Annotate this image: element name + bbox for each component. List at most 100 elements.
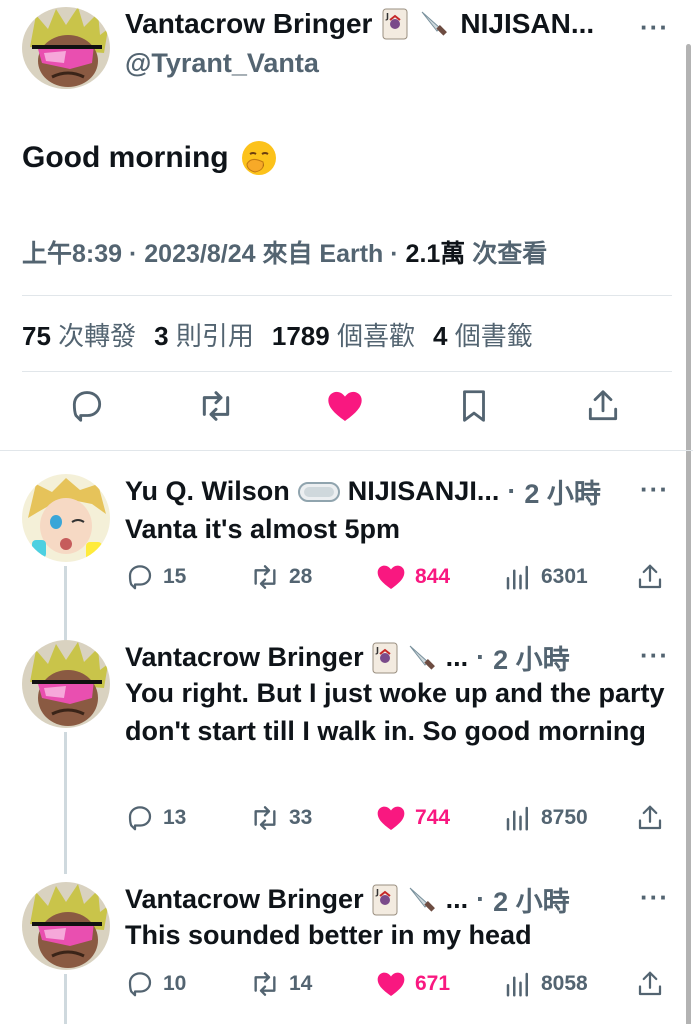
heart-filled-icon (377, 565, 405, 589)
bookmarks-label: 個書籤 (454, 321, 533, 351)
retweet-icon (254, 565, 276, 589)
likes-stat[interactable]: 1789 個喜歡 (272, 316, 415, 353)
share-button[interactable] (583, 386, 623, 426)
reply-button[interactable]: 15 (125, 562, 186, 592)
reply-time[interactable]: 2 小時 (524, 472, 601, 511)
reply-header: Vantacrow Bringer J ... · 2 小時 (125, 638, 570, 677)
retweets-count: 75 (22, 321, 51, 351)
retweet-count: 14 (289, 972, 313, 995)
thread-line (64, 974, 67, 1024)
share-icon (638, 564, 662, 589)
like-button[interactable]: 844 (375, 562, 450, 592)
avatar[interactable] (22, 640, 110, 728)
reply-time[interactable]: 2 小時 (493, 638, 570, 677)
like-button[interactable] (325, 386, 365, 426)
divider (22, 371, 672, 372)
yawning-face-icon (241, 140, 277, 176)
retweet-count: 28 (289, 565, 313, 588)
display-name[interactable]: Vantacrow Bringer (125, 642, 364, 673)
display-name[interactable]: Vantacrow Bringer J NIJISAN... (125, 8, 630, 40)
like-count: 671 (415, 972, 451, 995)
views-button[interactable]: 6301 (503, 562, 588, 592)
reply-button[interactable] (67, 386, 107, 426)
retweet-icon (254, 972, 276, 996)
name-suffix: ... (445, 884, 469, 914)
knife-icon (406, 884, 438, 916)
retweet-button[interactable]: 14 (249, 969, 312, 999)
views-button[interactable]: 8058 (503, 969, 588, 999)
like-count: 844 (415, 565, 451, 588)
more-options-icon[interactable]: ··· (640, 882, 669, 913)
reply-button[interactable]: 13 (125, 803, 186, 833)
like-button[interactable]: 744 (375, 803, 450, 833)
scrollbar[interactable] (686, 44, 691, 1024)
heart-filled-icon (328, 391, 362, 421)
quotes-stat[interactable]: 3 則引用 (154, 316, 254, 353)
more-options-icon[interactable]: ··· (640, 640, 669, 671)
bookmark-button[interactable] (454, 386, 494, 426)
retweet-button[interactable] (196, 386, 236, 426)
tweet-actions (0, 386, 693, 436)
views-count: 6301 (541, 565, 588, 588)
avatar[interactable] (22, 474, 110, 562)
display-name-text: Vantacrow Bringer (125, 8, 373, 39)
reply-icon (128, 972, 152, 997)
tweet-time[interactable]: 上午8:39 (22, 240, 122, 268)
goggles-icon (297, 479, 340, 505)
bookmarks-count: 4 (432, 321, 448, 351)
joker-card-icon: J (372, 884, 398, 916)
analytics-icon (506, 565, 528, 590)
share-icon (638, 805, 662, 830)
avatar[interactable] (22, 882, 110, 970)
more-options-icon[interactable]: ··· (640, 12, 669, 43)
reply-action-bar: 10 14 671 8058 (125, 969, 670, 999)
retweet-icon (202, 391, 230, 421)
tweet-meta: 上午8:39 · 2023/8/24 來自 Earth · 2.1萬 次查看 (22, 240, 548, 268)
analytics-icon (506, 972, 528, 997)
divider (22, 295, 672, 296)
retweets-stat[interactable]: 75 次轉發 (22, 316, 136, 353)
reply-icon (128, 806, 152, 831)
reply-button[interactable]: 10 (125, 969, 186, 999)
tweet-stats: 75 次轉發 3 則引用 1789 個喜歡 4 個書籤 (22, 316, 533, 353)
display-name[interactable]: Yu Q. Wilson (125, 476, 290, 507)
reply-text: Vanta it's almost 5pm (125, 514, 401, 544)
reply-icon (128, 565, 152, 590)
views-button[interactable]: 8750 (503, 803, 588, 833)
more-options-icon[interactable]: ··· (640, 474, 669, 505)
retweet-count: 33 (289, 806, 313, 829)
quotes-count: 3 (154, 321, 169, 351)
tweet-text: Good morning (22, 140, 277, 176)
analytics-icon (506, 806, 528, 831)
reply-text: You right. But I just woke up and the pa… (125, 678, 665, 746)
share-button[interactable] (635, 803, 665, 833)
tweet-text-content: Good morning (22, 141, 229, 174)
views-label: 次查看 (472, 240, 548, 268)
bookmarks-stat[interactable]: 4 個書籤 (433, 316, 533, 353)
likes-count: 1789 (271, 321, 330, 351)
svg-text:J: J (385, 12, 389, 21)
like-button[interactable]: 671 (375, 969, 450, 999)
name-suffix: NIJISAN... (460, 8, 595, 39)
reply-header: Yu Q. Wilson NIJISANJI... · 2 小時 (125, 472, 601, 511)
reply-count: 15 (163, 565, 187, 588)
share-button[interactable] (635, 969, 665, 999)
tweet-date[interactable]: 2023/8/24 (144, 240, 255, 268)
avatar[interactable] (22, 7, 110, 89)
heart-filled-icon (377, 806, 405, 830)
retweet-button[interactable]: 33 (249, 803, 312, 833)
tweet-source: 來自 Earth (262, 240, 384, 268)
handle[interactable]: @Tyrant_Vanta (125, 48, 319, 79)
reply-time[interactable]: 2 小時 (493, 880, 570, 919)
display-name[interactable]: Vantacrow Bringer (125, 884, 364, 915)
retweets-label: 次轉發 (58, 321, 137, 351)
retweet-button[interactable]: 28 (249, 562, 312, 592)
views-count: 2.1萬 (405, 240, 466, 268)
share-icon (638, 971, 662, 996)
reply-count: 10 (163, 972, 187, 995)
name-suffix: NIJISANJI... (347, 476, 500, 506)
reply-count: 13 (163, 806, 187, 829)
reply-header: Vantacrow Bringer J ... · 2 小時 (125, 880, 570, 919)
reply-text: This sounded better in my head (125, 920, 532, 950)
share-button[interactable] (635, 562, 665, 592)
